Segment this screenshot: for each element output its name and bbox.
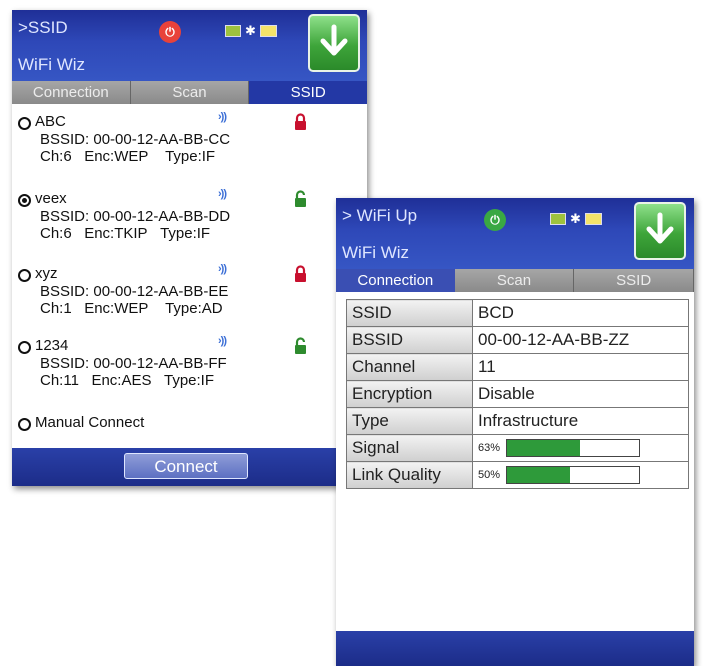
network-type: Type:IF — [163, 372, 215, 389]
lock-closed-icon — [295, 113, 306, 130]
download-button[interactable] — [308, 14, 360, 72]
network-radio[interactable] — [18, 117, 31, 130]
status-icons: ✱ — [550, 212, 602, 226]
network-bssid: BSSID: 00-00-12-AA-BB-DD — [40, 208, 231, 225]
detail-key: Link Quality — [346, 461, 473, 489]
detail-value: 63% — [472, 434, 689, 462]
power-status-icon: ⏻ — [159, 21, 181, 43]
network-name: veex — [35, 190, 67, 207]
wifi-signal-icon: ›)) — [218, 188, 227, 200]
wifi-signal-icon: ›)) — [218, 111, 227, 123]
power-status-icon: ⏻ — [484, 209, 506, 231]
network-name: ABC — [35, 113, 66, 130]
detail-key: Type — [346, 407, 473, 435]
signal-bar — [506, 439, 641, 457]
wifi-signal-icon: ›)) — [218, 263, 227, 275]
detail-value: 00-00-12-AA-BB-ZZ — [472, 326, 689, 354]
detail-key: Encryption — [346, 380, 473, 408]
mail-icon — [584, 213, 602, 225]
battery-icon — [225, 25, 241, 37]
signal-percent: 63% — [478, 442, 501, 454]
battery-icon — [550, 213, 566, 225]
table-row: Channel 11 — [346, 353, 689, 381]
screen-title: >SSID — [18, 18, 68, 37]
manual-connect-label: Manual Connect — [35, 414, 145, 431]
tab-bar: Connection Scan SSID — [336, 269, 694, 292]
network-encryption: Enc:WEP — [84, 148, 149, 165]
lock-open-icon — [295, 337, 306, 354]
header: > WiFi Up WiFi Wiz ⏻ ✱ — [336, 198, 694, 269]
app-name: WiFi Wiz — [342, 243, 410, 262]
detail-value: Disable — [472, 380, 689, 408]
table-row: BSSID 00-00-12-AA-BB-ZZ — [346, 326, 689, 354]
header: >SSID WiFi Wiz ⏻ ✱ — [12, 10, 367, 81]
network-encryption: Enc:WEP — [84, 300, 149, 317]
network-bssid: BSSID: 00-00-12-AA-BB-EE — [40, 283, 229, 300]
link-quality-percent: 50% — [478, 469, 501, 481]
network-encryption: Enc:TKIP — [84, 225, 148, 242]
table-row: SSID BCD — [346, 299, 689, 327]
table-row: Encryption Disable — [346, 380, 689, 408]
screen-title: > WiFi Up — [342, 206, 418, 225]
detail-value: BCD — [472, 299, 689, 327]
detail-key: BSSID — [346, 326, 473, 354]
download-arrow-icon — [646, 212, 674, 244]
tab-connection[interactable]: Connection — [12, 81, 131, 104]
network-channel: Ch:1 — [40, 300, 72, 317]
download-arrow-icon — [320, 24, 348, 56]
ssid-screen: >SSID WiFi Wiz ⏻ ✱ Connection Scan SSID … — [12, 10, 367, 486]
connection-details-table: SSID BCD BSSID 00-00-12-AA-BB-ZZ Channel… — [346, 299, 689, 489]
detail-value: 11 — [472, 353, 689, 381]
network-radio-selected[interactable] — [18, 194, 31, 207]
detail-key: Channel — [346, 353, 473, 381]
network-bssid: BSSID: 00-00-12-AA-BB-CC — [40, 131, 231, 148]
tab-ssid[interactable]: SSID — [249, 81, 367, 104]
network-type: Type:IF — [160, 225, 211, 242]
footer-bar — [336, 631, 694, 666]
network-details: Ch:1 Enc:WEP Type:AD — [40, 300, 223, 317]
network-channel: Ch:11 — [40, 372, 79, 389]
signal-bar-fill — [507, 440, 580, 456]
tab-connection[interactable]: Connection — [336, 269, 455, 292]
link-quality-bar-fill — [507, 467, 571, 483]
detail-key: Signal — [346, 434, 473, 462]
network-details: Ch:6 Enc:TKIP Type:IF — [40, 225, 210, 242]
connect-button[interactable]: Connect — [124, 453, 248, 479]
manual-connect-radio[interactable] — [18, 418, 31, 431]
detail-value: 50% — [472, 461, 689, 489]
link-quality-bar — [506, 466, 641, 484]
mail-icon — [259, 25, 277, 37]
table-row: Type Infrastructure — [346, 407, 689, 435]
network-bssid: BSSID: 00-00-12-AA-BB-FF — [40, 355, 227, 372]
network-type: Type:IF — [165, 148, 216, 165]
table-row: Signal 63% — [346, 434, 689, 462]
network-channel: Ch:6 — [40, 225, 72, 242]
tab-scan[interactable]: Scan — [130, 81, 250, 104]
table-row: Link Quality 50% — [346, 461, 689, 489]
tab-ssid[interactable]: SSID — [574, 269, 694, 292]
network-details: Ch:6 Enc:WEP Type:IF — [40, 148, 215, 165]
lock-open-icon — [295, 190, 306, 207]
lock-closed-icon — [295, 265, 306, 282]
footer-bar: Connect — [12, 448, 367, 486]
network-name: xyz — [35, 265, 58, 282]
tab-scan[interactable]: Scan — [454, 269, 575, 292]
bluetooth-icon: ✱ — [245, 23, 256, 38]
detail-key: SSID — [346, 299, 473, 327]
bluetooth-icon: ✱ — [570, 211, 581, 226]
network-channel: Ch:6 — [40, 148, 72, 165]
network-details: Ch:11 Enc:AES Type:IF — [40, 372, 214, 389]
network-radio[interactable] — [18, 341, 31, 354]
wifi-up-screen: > WiFi Up WiFi Wiz ⏻ ✱ Connection Scan S… — [336, 198, 694, 666]
detail-value: Infrastructure — [472, 407, 689, 435]
network-radio[interactable] — [18, 269, 31, 282]
tab-bar: Connection Scan SSID — [12, 81, 367, 104]
status-icons: ✱ — [225, 24, 277, 38]
network-name: 1234 — [35, 337, 69, 354]
wifi-signal-icon: ›)) — [218, 335, 227, 347]
network-type: Type:AD — [165, 300, 223, 317]
download-button[interactable] — [634, 202, 686, 260]
app-name: WiFi Wiz — [18, 55, 86, 74]
network-encryption: Enc:AES — [91, 372, 152, 389]
